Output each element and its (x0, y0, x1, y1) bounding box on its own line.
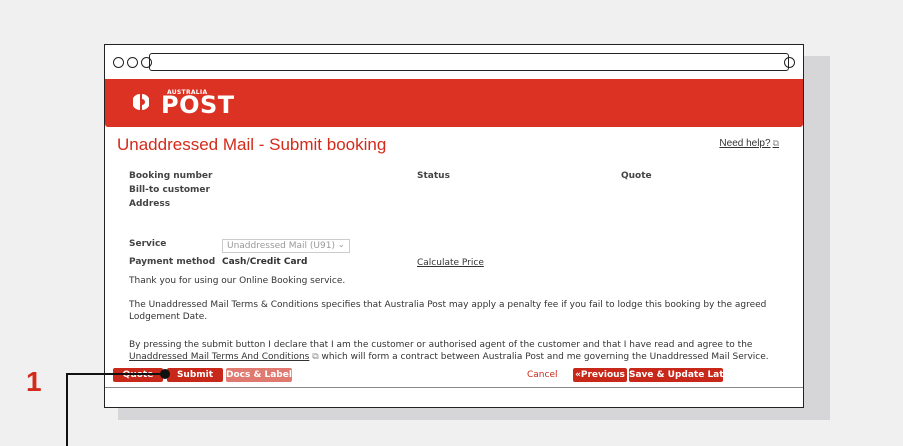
service-select-value: Unaddressed Mail (U91) (227, 241, 335, 251)
service-label: Service (129, 239, 167, 249)
browser-window: AUSTRALIA POST Unaddressed Mail - Submit… (104, 44, 804, 408)
terms-link[interactable]: Unaddressed Mail Terms And Conditions (129, 352, 309, 362)
action-bar: Quote Submit Docs & Labels Cancel «Previ… (113, 368, 811, 384)
submit-button[interactable]: Submit (167, 368, 223, 382)
help-link-label[interactable]: Need help? (719, 138, 770, 149)
status-label: Status (417, 171, 450, 181)
browser-menu-icon[interactable] (784, 57, 795, 68)
thanks-message: Thank you for using our Online Booking s… (129, 276, 346, 286)
callout-number: 1 (26, 366, 42, 397)
callout-dot (160, 369, 170, 379)
cancel-link[interactable]: Cancel (527, 369, 558, 381)
window-control-minimize-icon[interactable] (127, 57, 138, 68)
declaration-prefix: By pressing the submit button I declare … (129, 340, 753, 350)
external-link-icon: ⧉ (312, 352, 319, 362)
logo-text-big: POST (161, 91, 235, 119)
terms-notice: The Unaddressed Mail Terms & Conditions … (129, 300, 767, 322)
footer-divider (105, 387, 803, 388)
help-link[interactable]: Need help? ⧉ (719, 138, 779, 149)
quote-button[interactable]: Quote (113, 368, 163, 382)
service-select[interactable]: Unaddressed Mail (U91) ⌄ (222, 239, 350, 253)
window-control-close-icon[interactable] (113, 57, 124, 68)
browser-titlebar (105, 45, 803, 79)
page-title: Unaddressed Mail - Submit booking (117, 135, 387, 154)
declaration-suffix: which will form a contract between Austr… (321, 352, 769, 362)
booking-number-label: Booking number (129, 171, 213, 181)
address-bar[interactable] (149, 53, 789, 71)
payment-label: Payment method (129, 257, 216, 267)
callout-leader-line (66, 373, 164, 375)
payment-value: Cash/Credit Card (222, 257, 308, 267)
calculate-price-link[interactable]: Calculate Price (417, 257, 484, 269)
bill-to-label: Bill-to customer (129, 185, 210, 195)
address-label: Address (129, 199, 171, 209)
docs-labels-button[interactable]: Docs & Labels (226, 368, 297, 382)
declaration: By pressing the submit button I declare … (129, 339, 789, 363)
external-link-icon: ⧉ (772, 138, 779, 148)
post-logo-icon (133, 94, 149, 110)
quote-label: Quote (621, 171, 652, 181)
previous-button[interactable]: «Previous (573, 368, 627, 382)
chevron-down-icon: ⌄ (337, 240, 345, 250)
save-update-later-button[interactable]: Save & Update Later (629, 368, 734, 382)
callout-leader-line-vertical (66, 373, 68, 446)
header-banner: AUSTRALIA POST (105, 79, 803, 127)
